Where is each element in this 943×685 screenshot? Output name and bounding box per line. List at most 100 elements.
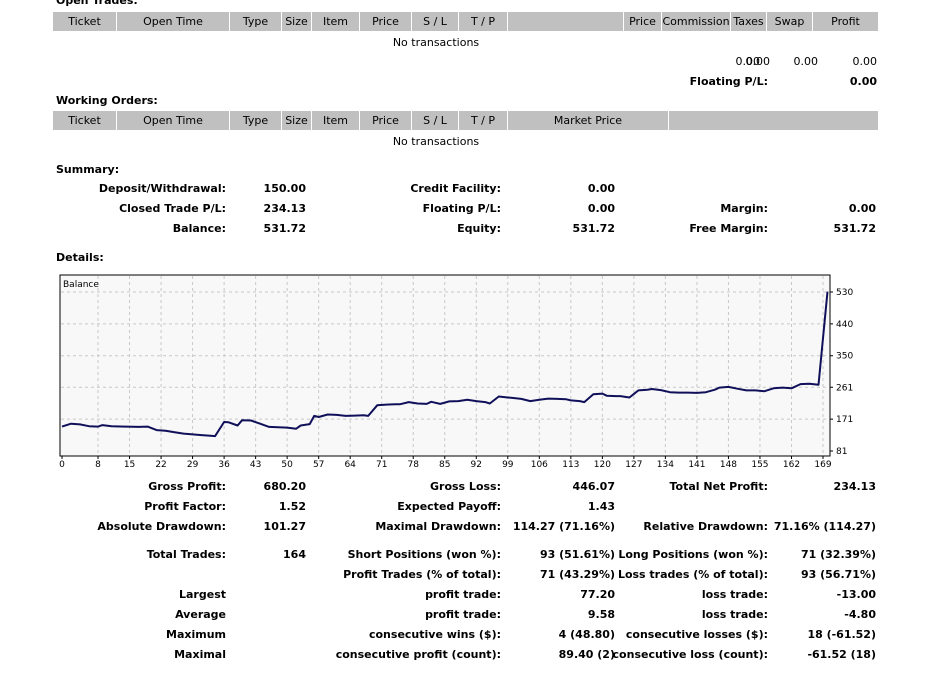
working-orders-col-open-time[interactable]: Open Time — [117, 111, 230, 130]
summary-label: Floating P/L: — [422, 202, 501, 215]
open-trades-col-blank[interactable] — [508, 12, 624, 31]
x-tick-label: 162 — [783, 460, 800, 470]
x-tick-label: 64 — [344, 460, 356, 470]
stat-value: 18 (-61.52) — [807, 628, 876, 641]
summary-value: 531.72 — [263, 222, 306, 235]
working-orders-col-s-l[interactable]: S / L — [412, 111, 459, 130]
summary-label: Credit Facility: — [410, 182, 501, 195]
stat-label: profit trade: — [425, 608, 501, 621]
working-orders-col-item[interactable]: Item — [312, 111, 360, 130]
details-title: Details: — [56, 251, 104, 264]
stat-label: loss trade: — [701, 608, 768, 621]
open-trades-col-commission[interactable]: Commission — [662, 12, 731, 31]
summary-title: Summary: — [56, 163, 120, 176]
x-tick-label: 113 — [562, 460, 579, 470]
x-tick-label: 22 — [155, 460, 166, 470]
open-trades-col-s-l[interactable]: S / L — [412, 12, 459, 31]
stat-value: 71 (32.39%) — [800, 548, 876, 561]
open-trades-header: Ticket Open Time Type Size Item Price S / LT /… — [53, 12, 879, 31]
balance-chart-svg: Balance 0 8 15 22 29 36 43 50 57 64 71 78 85 92 99 106 1… — [56, 271, 876, 471]
stat-label: consecutive loss (count): — [612, 648, 768, 661]
open-trades-floating-value: 0.00 — [849, 75, 877, 88]
working-orders-col-market-price[interactable]: Market Price — [508, 111, 669, 130]
x-tick-label: 127 — [625, 460, 642, 470]
x-tick-label: 148 — [720, 460, 737, 470]
stat-label: Short Positions (won %): — [347, 548, 501, 561]
open-trades-total-swap: 0.00 — [793, 55, 819, 68]
stat-label: consecutive wins ($): — [368, 628, 501, 641]
open-trades-col-t-p[interactable]: T / P — [459, 12, 508, 31]
stat-label: loss trade: — [701, 588, 768, 601]
stat-value: -4.80 — [844, 608, 876, 621]
stat-label: consecutive profit (count): — [335, 648, 501, 661]
open-trades-total-profit: 0.00 — [852, 55, 878, 68]
stat-label: Expected Payoff: — [397, 500, 501, 513]
x-tick-label: 92 — [471, 460, 482, 470]
balance-chart: Balance 0 8 15 22 29 36 43 50 57 64 71 78 85 92 99 106 1… — [56, 271, 876, 471]
open-trades-floating-label: Floating P/L: — [689, 75, 768, 88]
summary-label: Margin: — [720, 202, 768, 215]
stat-label: Long Positions (won %): — [618, 548, 768, 561]
working-orders-col-size[interactable]: Size — [282, 111, 312, 130]
y-tick-label: 261 — [836, 383, 853, 393]
x-tick-label: 36 — [218, 460, 230, 470]
stat-value: 1.43 — [587, 500, 615, 513]
x-tick-label: 43 — [250, 460, 261, 470]
stat-value: 71.16% (114.27) — [773, 520, 876, 533]
open-trades-col-type[interactable]: Type — [230, 12, 282, 31]
working-orders-title: Working Orders: — [56, 94, 158, 107]
y-tick-label: 350 — [836, 352, 853, 362]
open-trades-col-open-time[interactable]: Open Time — [117, 12, 230, 31]
working-orders-header: Ticket Open Time Type Size Item Price S / LT /… — [53, 111, 879, 130]
summary-value: 150.00 — [263, 182, 306, 195]
chart-title: Balance — [63, 280, 99, 290]
open-trades-col-profit[interactable]: Profit — [813, 12, 879, 31]
summary-label: Closed Trade P/L: — [119, 202, 226, 215]
y-tick-label: 440 — [836, 320, 853, 330]
x-tick-label: 8 — [95, 460, 101, 470]
stat-label: profit trade: — [425, 588, 501, 601]
x-tick-label: 50 — [281, 460, 293, 470]
stat-value: 93 (56.71%) — [800, 568, 876, 581]
open-trades-col-size[interactable]: Size — [282, 12, 312, 31]
open-trades-col-taxes[interactable]: Taxes — [731, 12, 767, 31]
x-tick-label: 134 — [657, 460, 674, 470]
stat-label: Maximal Drawdown: — [375, 520, 501, 533]
y-tick-label: 81 — [836, 447, 847, 457]
open-trades-total-taxes: 0.00 — [745, 55, 771, 68]
working-orders-col-ticket[interactable]: Ticket — [53, 111, 117, 130]
summary-value: 531.72 — [833, 222, 876, 235]
stat-label: consecutive losses ($): — [625, 628, 768, 641]
stat-label: Total Net Profit: — [669, 480, 769, 493]
x-tick-label: 29 — [187, 460, 199, 470]
open-trades-col-price[interactable]: Price — [624, 12, 662, 31]
stat-label: Average — [175, 608, 226, 621]
working-orders-empty: No transactions — [392, 135, 480, 148]
x-tick-label: 57 — [313, 460, 324, 470]
open-trades-col-ticket[interactable]: Ticket — [53, 12, 117, 31]
x-tick-label: 85 — [439, 460, 450, 470]
y-tick-label: 171 — [836, 415, 853, 425]
stat-label: Loss trades (% of total): — [617, 568, 768, 581]
open-trades-col-price[interactable]: Price — [360, 12, 412, 31]
open-trades-col-item[interactable]: Item — [312, 12, 360, 31]
summary-value: 0.00 — [587, 182, 615, 195]
x-tick-label: 99 — [502, 460, 514, 470]
summary-value: 234.13 — [263, 202, 306, 215]
working-orders-col-blank[interactable] — [669, 111, 879, 130]
x-tick-label: 155 — [751, 460, 768, 470]
working-orders-col-price[interactable]: Price — [360, 111, 412, 130]
open-trades-col-swap[interactable]: Swap — [767, 12, 813, 31]
x-tick-label: 141 — [688, 460, 705, 470]
working-orders-col-t-p[interactable]: T / P — [459, 111, 508, 130]
stat-value: -13.00 — [836, 588, 876, 601]
summary-label: Balance: — [172, 222, 226, 235]
stat-label: Profit Trades (% of total): — [343, 568, 501, 581]
x-tick-label: 169 — [814, 460, 831, 470]
summary-label: Equity: — [457, 222, 501, 235]
x-tick-label: 120 — [594, 460, 611, 470]
x-tick-label: 15 — [124, 460, 135, 470]
open-trades-title: Open Trades: — [56, 0, 138, 7]
stat-label: Largest — [179, 588, 226, 601]
working-orders-col-type[interactable]: Type — [230, 111, 282, 130]
